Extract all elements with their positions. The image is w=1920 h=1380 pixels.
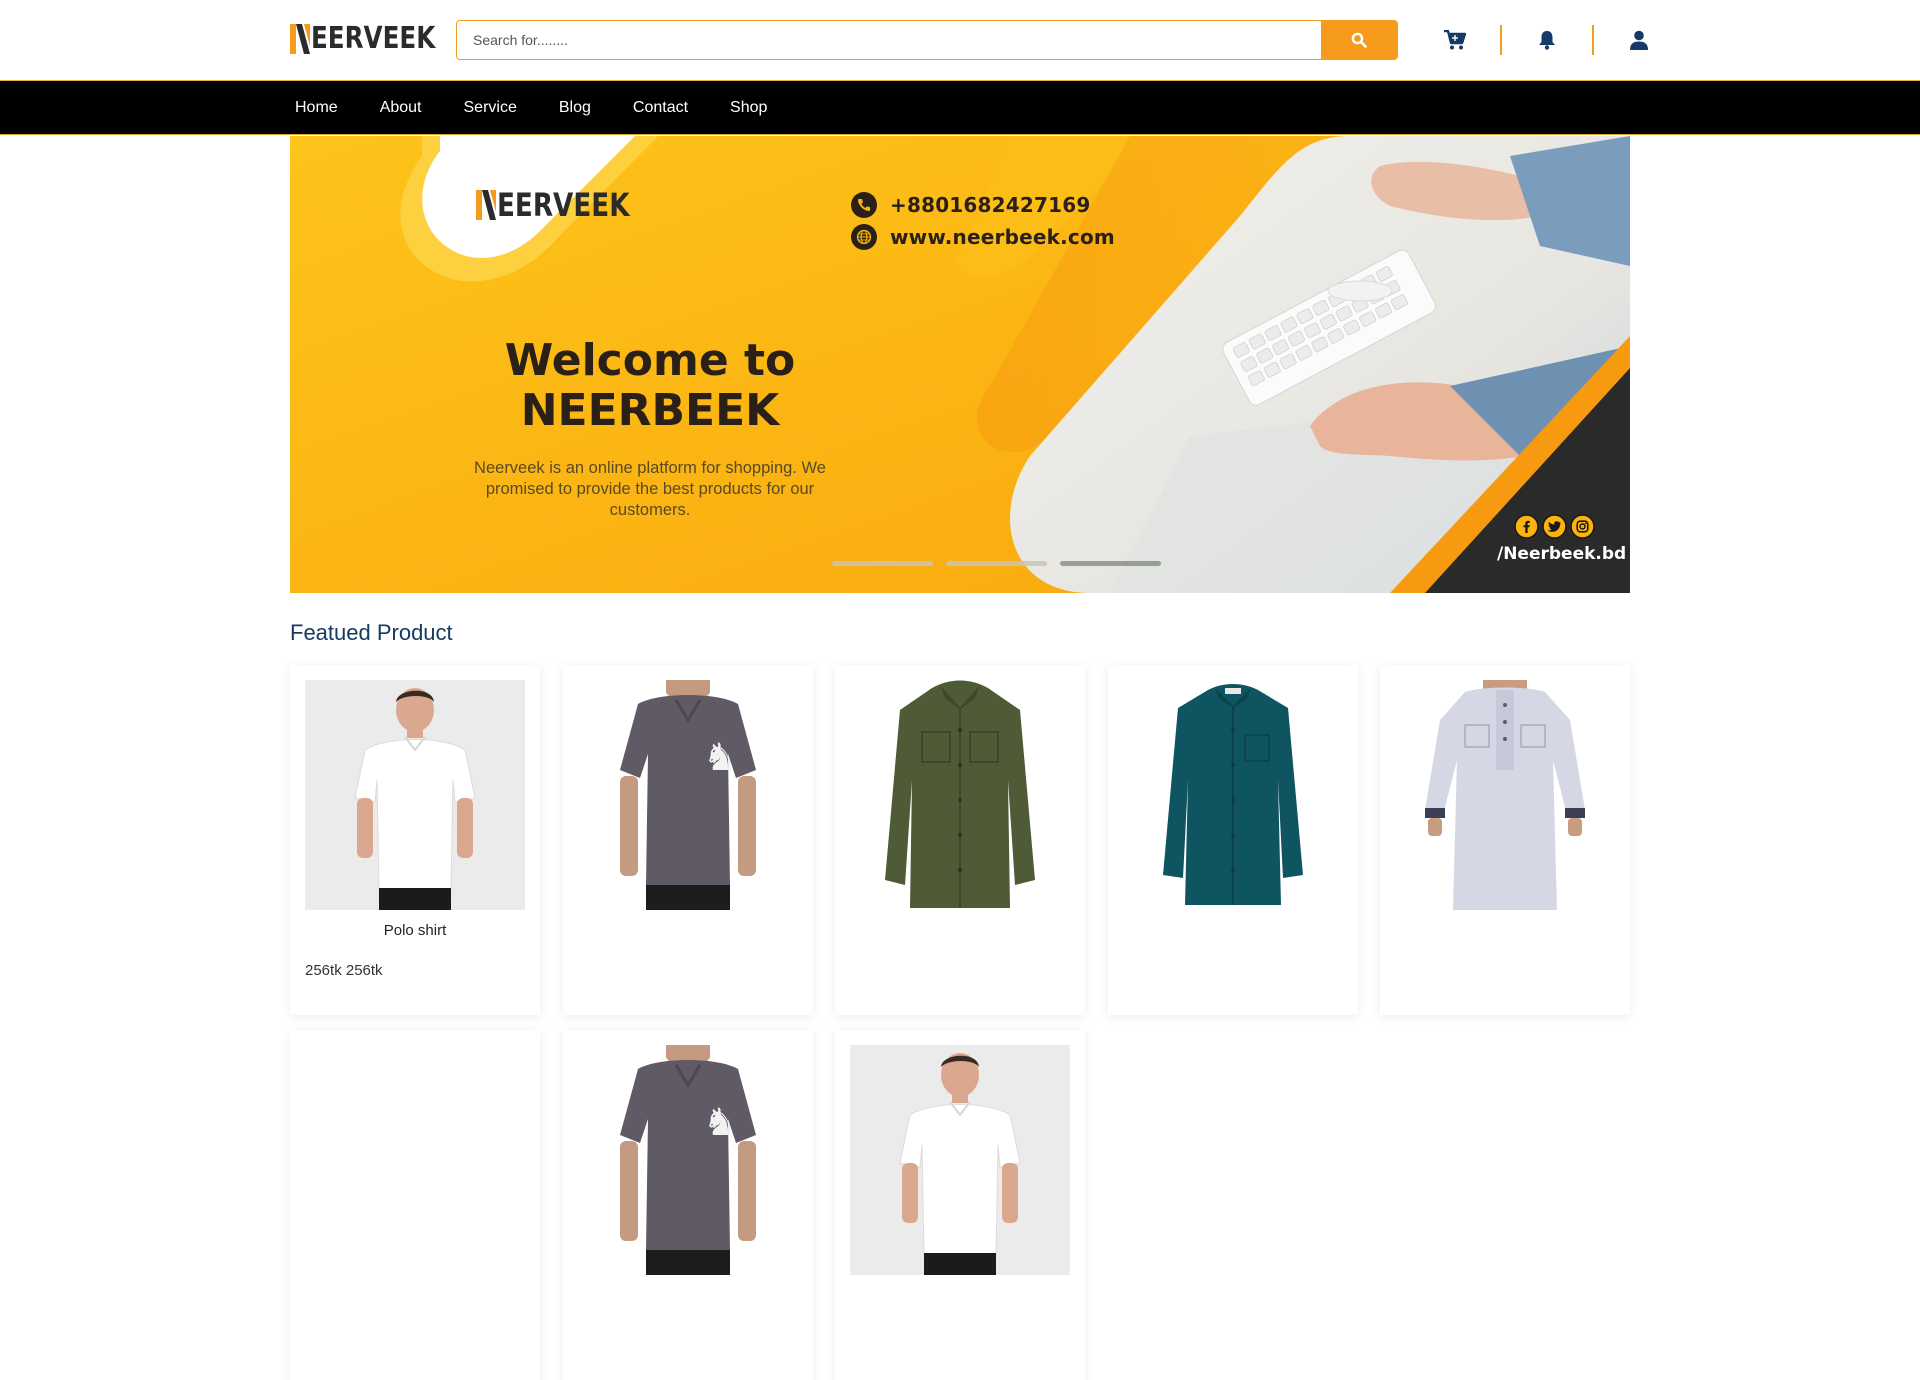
banner-phone: +8801682427169 [850, 189, 1115, 221]
hero-banner[interactable]: EERVEEK +8801682427169 www.neerbeek.com … [290, 136, 1630, 593]
product-image [850, 680, 1070, 910]
main-nav: Home About Service Blog Contact Shop [0, 80, 1920, 135]
brand-logo[interactable]: EERVEEK [290, 22, 463, 56]
product-image: ♞ [578, 1045, 798, 1275]
banner-social-handle: /Neerbeek.bd [1497, 544, 1627, 564]
product-image [1395, 680, 1615, 910]
nav-item-shop[interactable]: Shop [730, 99, 767, 117]
facebook-icon[interactable] [1514, 514, 1539, 539]
nav-item-about[interactable]: About [380, 99, 422, 117]
product-name: Polo shirt [383, 922, 447, 939]
product-price: 256tk 256tk [305, 962, 383, 979]
carousel-indicator-2[interactable] [946, 561, 1047, 566]
banner-phone-text: +8801682427169 [890, 193, 1091, 217]
banner-description: Neerveek is an online platform for shopp… [474, 459, 826, 519]
header-divider [1592, 25, 1594, 55]
svg-text:♞: ♞ [703, 735, 737, 779]
product-image [850, 1045, 1070, 1275]
product-card[interactable] [1380, 665, 1630, 1015]
nav-item-home[interactable]: Home [295, 99, 338, 117]
search-button[interactable] [1321, 21, 1397, 59]
product-image [305, 680, 525, 910]
banner-headline-line1: Welcome to [504, 335, 796, 386]
product-card[interactable]: ♞ [563, 665, 813, 1015]
account-button[interactable] [1624, 25, 1654, 55]
banner-social-links [1514, 514, 1598, 539]
logo-n-mark [476, 190, 496, 220]
user-icon [1630, 30, 1648, 50]
carousel-indicators [832, 561, 1174, 566]
nav-list: Home About Service Blog Contact Shop [295, 81, 809, 134]
nav-item-service[interactable]: Service [464, 99, 517, 117]
site-header: EERVEEK [0, 0, 1920, 80]
brand-name: EERVEEK [311, 21, 436, 56]
cart-icon [1444, 30, 1466, 50]
twitter-icon[interactable] [1542, 514, 1567, 539]
banner-logo: EERVEEK [476, 188, 659, 222]
banner-headline: Welcome to NEERBEEK [400, 336, 900, 436]
nav-item-blog[interactable]: Blog [559, 99, 591, 117]
product-card[interactable] [835, 1030, 1085, 1380]
product-card[interactable] [290, 1030, 540, 1380]
featured-section-title: Featued Product [290, 620, 453, 645]
banner-website: www.neerbeek.com [850, 221, 1115, 253]
phone-icon [851, 192, 877, 218]
instagram-icon[interactable] [1570, 514, 1595, 539]
product-card[interactable] [835, 665, 1085, 1015]
product-image [1123, 680, 1343, 910]
nav-item-contact[interactable]: Contact [633, 99, 688, 117]
logo-n-mark [290, 24, 310, 54]
banner-website-text: www.neerbeek.com [890, 225, 1115, 249]
banner-headline-line2: NEERBEEK [520, 385, 780, 436]
banner-brand-name: EERVEEK [497, 186, 630, 224]
search-icon [1351, 32, 1367, 48]
product-card[interactable] [1108, 665, 1358, 1015]
cart-button[interactable] [1440, 25, 1470, 55]
notifications-button[interactable] [1532, 25, 1562, 55]
header-actions [1440, 24, 1654, 56]
globe-icon [851, 224, 877, 250]
search-bar [456, 20, 1398, 60]
product-image: ♞ [578, 680, 798, 910]
product-card[interactable]: ♞ [563, 1030, 813, 1380]
svg-text:♞: ♞ [703, 1100, 737, 1144]
bell-icon [1539, 31, 1555, 50]
header-divider [1500, 25, 1502, 55]
product-card[interactable]: Polo shirt 256tk 256tk [290, 665, 540, 1015]
banner-contact: +8801682427169 www.neerbeek.com [850, 189, 1115, 253]
carousel-indicator-3[interactable] [1060, 561, 1161, 566]
carousel-indicator-1[interactable] [832, 561, 933, 566]
search-input[interactable] [457, 21, 1321, 59]
